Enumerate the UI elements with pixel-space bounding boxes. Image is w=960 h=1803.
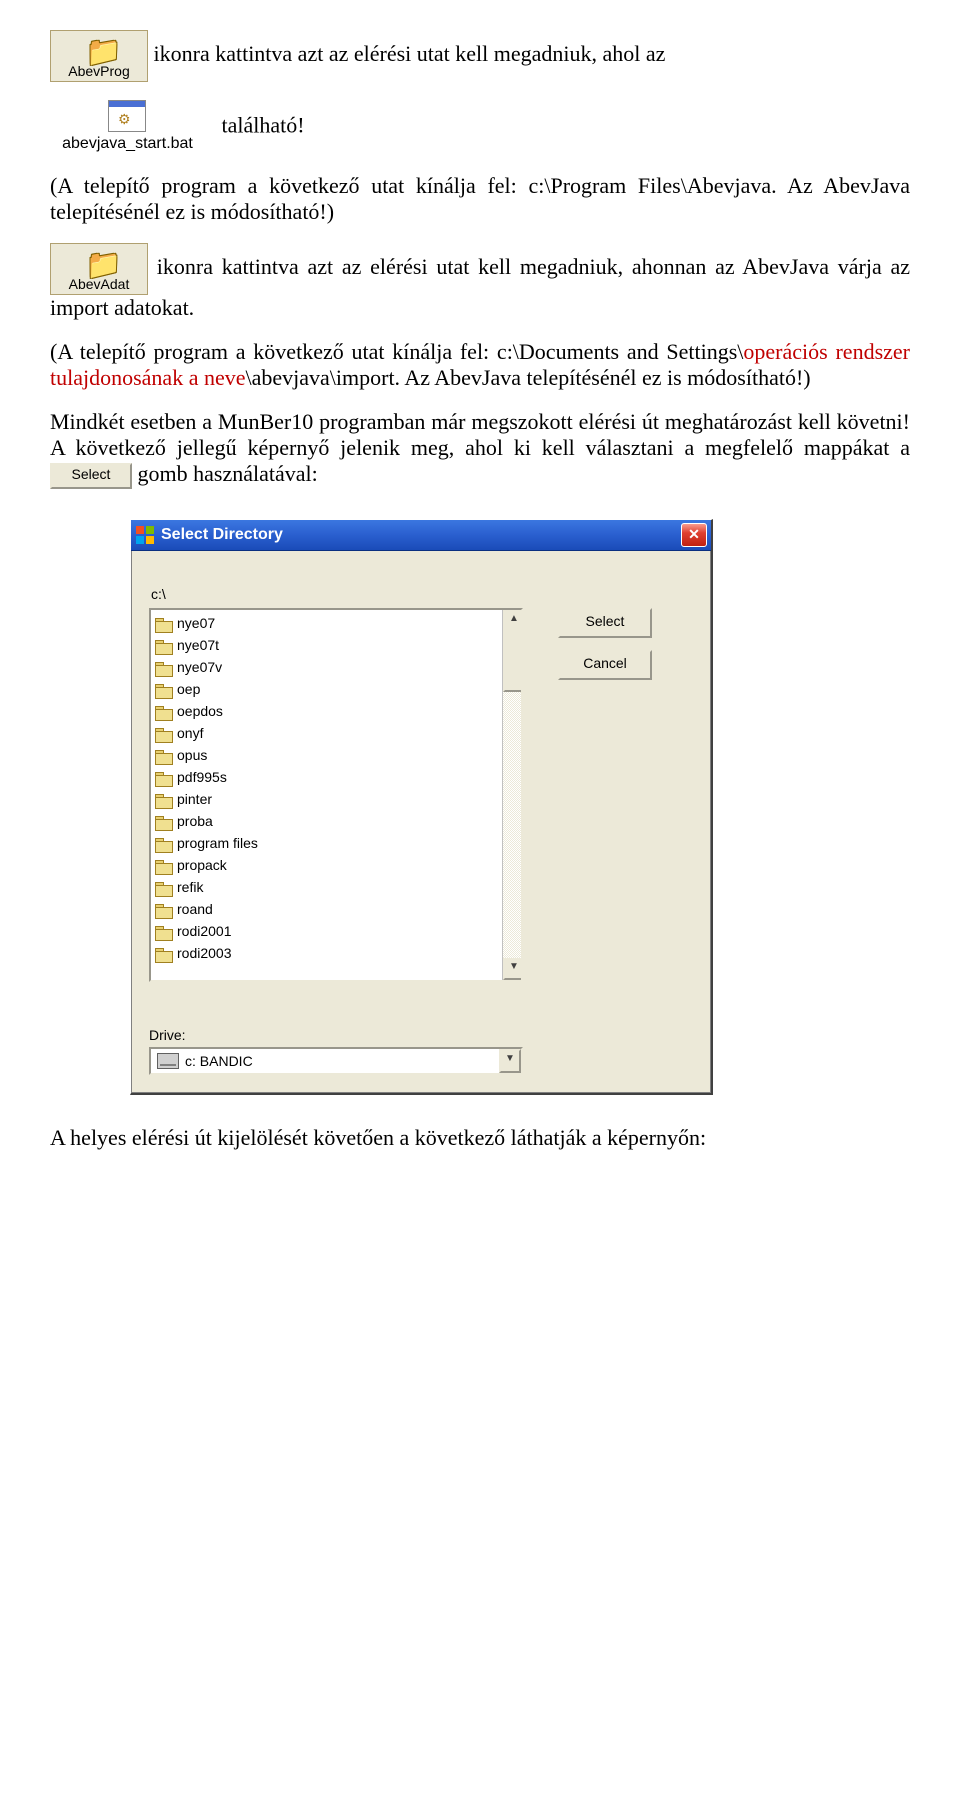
list-item[interactable]: program files bbox=[153, 832, 519, 854]
dialog-body: c:\ nye07 nye07t nye07v oep oepdos onyf opus pd… bbox=[131, 551, 711, 1093]
list-item[interactable]: onyf bbox=[153, 722, 519, 744]
folder-name: nye07t bbox=[177, 637, 219, 653]
abevadat-label: AbevAdat bbox=[51, 276, 147, 292]
scroll-thumb[interactable] bbox=[503, 628, 523, 692]
folder-name: rodi2003 bbox=[177, 945, 232, 961]
para4-post: \abevjava\import. Az AbevJava telepítésé… bbox=[246, 365, 811, 390]
folder-name: refik bbox=[177, 879, 203, 895]
folder-icon bbox=[155, 616, 173, 630]
paragraph-6: Mindkét esetben a MunBer10 programban má… bbox=[50, 409, 910, 489]
folder-icon bbox=[155, 660, 173, 674]
scroll-down-icon[interactable]: ▼ bbox=[503, 958, 523, 980]
folder-listbox[interactable]: nye07 nye07t nye07v oep oepdos onyf opus pdf995… bbox=[149, 608, 523, 982]
paragraph-1: 📁 AbevProg ikonra kattintva azt az eléré… bbox=[50, 30, 910, 82]
abevprog-folder-icon[interactable]: 📁 AbevProg bbox=[50, 30, 148, 82]
folder-name: nye07v bbox=[177, 659, 222, 675]
folder-name: program files bbox=[177, 835, 258, 851]
folder-icon bbox=[155, 682, 173, 696]
drive-icon bbox=[157, 1053, 179, 1069]
abevprog-label: AbevProg bbox=[51, 63, 147, 79]
folder-icon bbox=[155, 726, 173, 740]
abevadat-folder-icon[interactable]: 📁 AbevAdat bbox=[50, 243, 148, 295]
drive-label: Drive: bbox=[149, 1027, 693, 1043]
list-item[interactable]: rodi2003 bbox=[153, 942, 519, 964]
folder-icon bbox=[155, 638, 173, 652]
para5a: Mindkét esetben a MunBer10 programban má… bbox=[50, 409, 910, 460]
list-item[interactable]: oepdos bbox=[153, 700, 519, 722]
folder-icon bbox=[155, 792, 173, 806]
scrollbar[interactable]: ▲ ▼ bbox=[502, 610, 521, 980]
folder-name: proba bbox=[177, 813, 213, 829]
paragraph-2: ⚙ abevjava_start.bat található! bbox=[50, 100, 910, 155]
folder-icon bbox=[155, 880, 173, 894]
folder-name: pdf995s bbox=[177, 769, 227, 785]
cancel-button[interactable]: Cancel bbox=[558, 650, 652, 680]
folder-icon bbox=[155, 924, 173, 938]
dialog-title: Select Directory bbox=[161, 526, 283, 544]
text-1: ikonra kattintva azt az elérési utat kel… bbox=[154, 41, 666, 66]
select-button[interactable]: Select bbox=[558, 608, 652, 638]
chevron-down-icon[interactable]: ▼ bbox=[499, 1049, 521, 1073]
list-item[interactable]: oep bbox=[153, 678, 519, 700]
folder-name: oepdos bbox=[177, 703, 223, 719]
dialog-titlebar[interactable]: Select Directory ✕ bbox=[131, 520, 711, 551]
list-item[interactable]: rodi2001 bbox=[153, 920, 519, 942]
list-item[interactable]: proba bbox=[153, 810, 519, 832]
dialog-screenshot: Select Directory ✕ c:\ nye07 nye07t nye07v… bbox=[130, 519, 910, 1095]
folder-name: pinter bbox=[177, 791, 212, 807]
folder-icon bbox=[155, 858, 173, 872]
list-item[interactable]: nye07t bbox=[153, 634, 519, 656]
list-item[interactable]: nye07v bbox=[153, 656, 519, 678]
folder-name: onyf bbox=[177, 725, 203, 741]
folder-icon bbox=[155, 946, 173, 960]
folder-name: nye07 bbox=[177, 615, 215, 631]
bat-label: abevjava_start.bat bbox=[50, 135, 205, 153]
text-2: található! bbox=[222, 113, 305, 138]
folder-name: propack bbox=[177, 857, 227, 873]
folder-icon bbox=[155, 704, 173, 718]
list-item[interactable]: opus bbox=[153, 744, 519, 766]
drive-value: c: BANDIC bbox=[185, 1053, 499, 1069]
select-button-inline[interactable]: Select bbox=[50, 463, 132, 489]
paragraph-4: 📁 AbevAdat ikonra kattintva azt az eléré… bbox=[50, 243, 910, 321]
select-directory-dialog: Select Directory ✕ c:\ nye07 nye07t nye07v… bbox=[130, 519, 713, 1095]
list-item[interactable]: roand bbox=[153, 898, 519, 920]
paragraph-3: (A telepítő program a következő utat kín… bbox=[50, 173, 910, 225]
paragraph-5: (A telepítő program a következő utat kín… bbox=[50, 339, 910, 391]
drive-combobox[interactable]: c: BANDIC ▼ bbox=[149, 1047, 523, 1075]
close-icon[interactable]: ✕ bbox=[681, 523, 707, 547]
list-item[interactable]: pdf995s bbox=[153, 766, 519, 788]
list-item[interactable]: refik bbox=[153, 876, 519, 898]
folder-icon bbox=[155, 836, 173, 850]
folder-icon bbox=[155, 902, 173, 916]
para5b: gomb használatával: bbox=[138, 461, 318, 486]
abevjava-start-bat-icon[interactable]: ⚙ abevjava_start.bat bbox=[50, 100, 205, 155]
folder-name: oep bbox=[177, 681, 200, 697]
list-item[interactable]: pinter bbox=[153, 788, 519, 810]
footer-paragraph: A helyes elérési út kijelölését követően… bbox=[50, 1125, 910, 1151]
list-item[interactable]: propack bbox=[153, 854, 519, 876]
folder-name: roand bbox=[177, 901, 213, 917]
list-item[interactable]: nye07 bbox=[153, 612, 519, 634]
folder-icon bbox=[155, 748, 173, 762]
current-path-label: c:\ bbox=[151, 586, 693, 602]
folder-name: opus bbox=[177, 747, 207, 763]
folder-icon bbox=[155, 814, 173, 828]
para4-pre: (A telepítő program a következő utat kín… bbox=[50, 339, 743, 364]
windows-logo-icon bbox=[135, 525, 155, 545]
text-3: ikonra kattintva azt az elérési utat kel… bbox=[50, 254, 910, 320]
gear-icon: ⚙ bbox=[118, 112, 131, 129]
folder-name: rodi2001 bbox=[177, 923, 232, 939]
folder-icon bbox=[155, 770, 173, 784]
